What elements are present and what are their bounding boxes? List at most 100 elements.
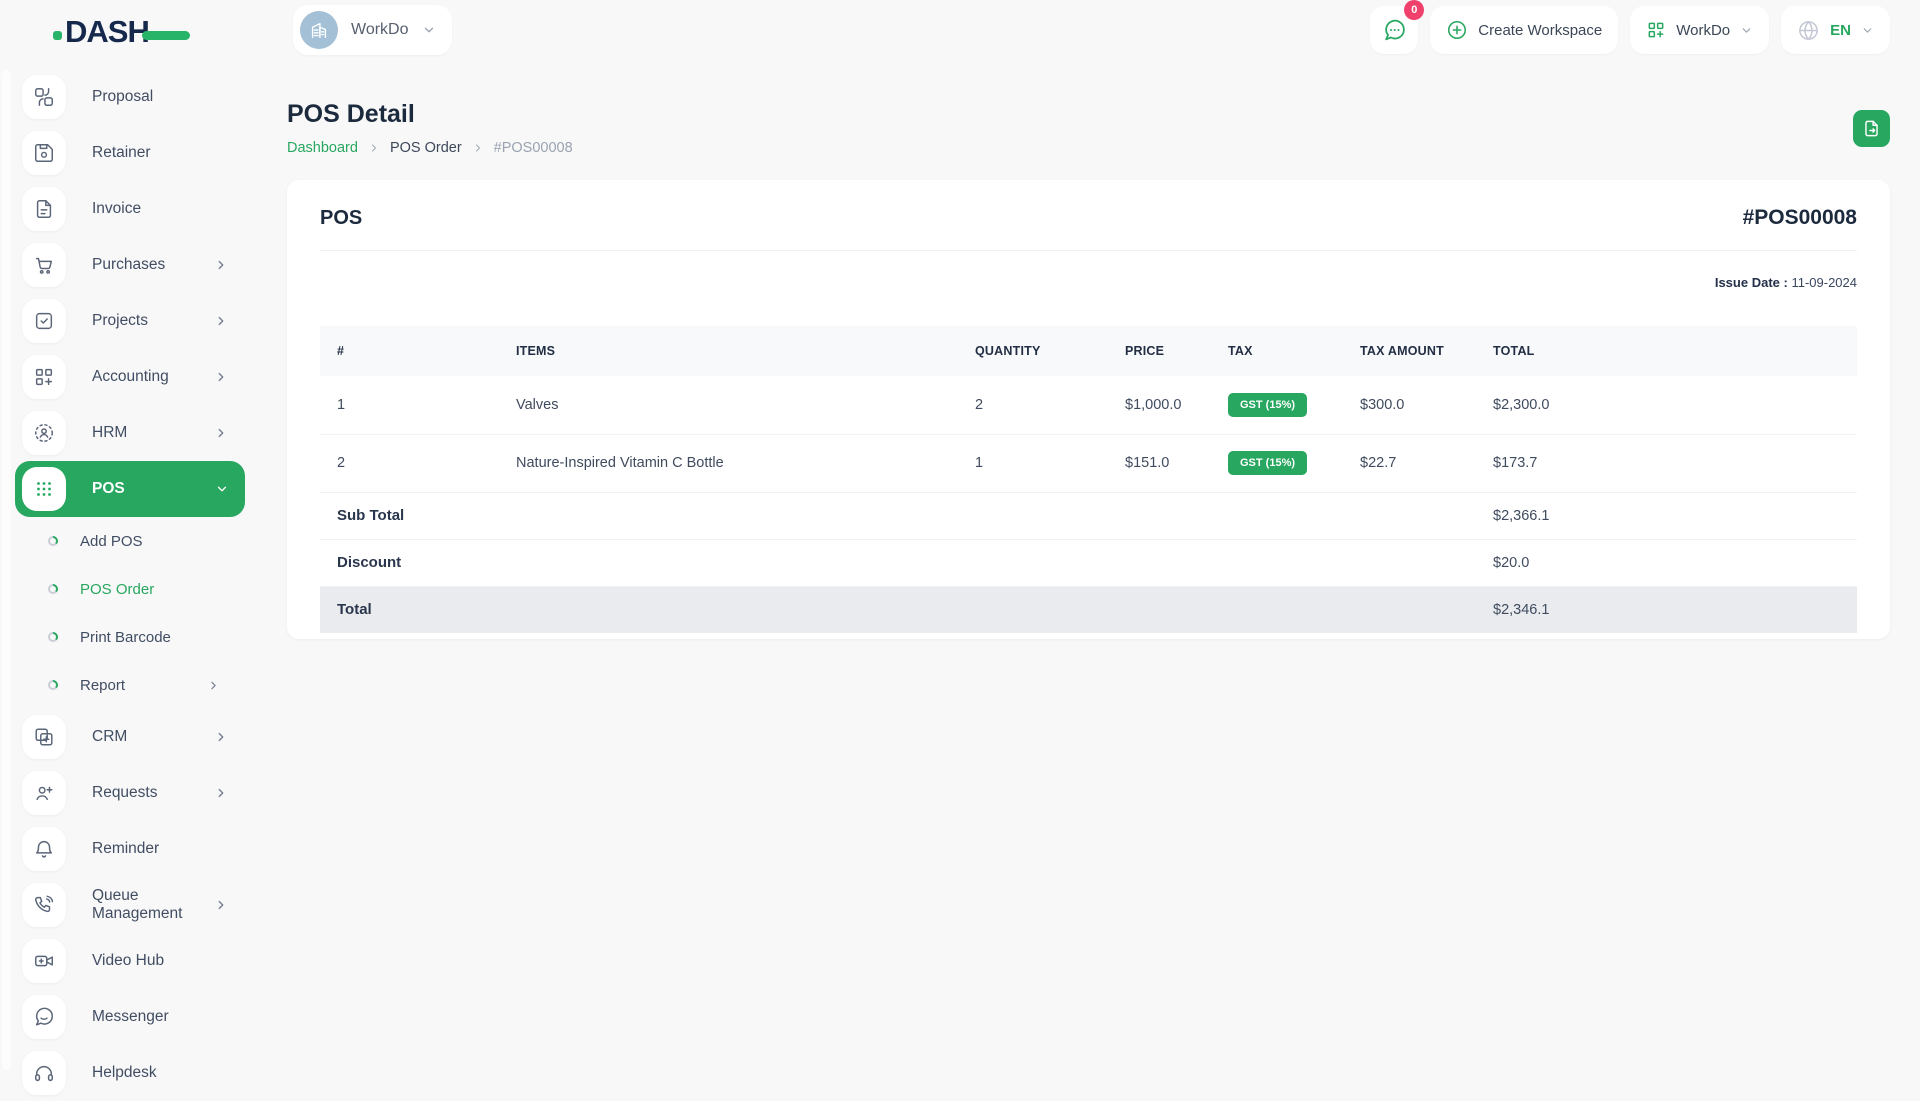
table-row: 1 Valves 2 $1,000.0 GST (15%) $300.0 $2,… <box>320 376 1857 434</box>
sidebar-item-video-hub[interactable]: Video Hub <box>15 933 250 989</box>
grid-dots-icon <box>22 467 66 511</box>
company-menu[interactable]: WorkDo <box>1630 6 1769 54</box>
sidebar-item-retainer[interactable]: Retainer <box>15 125 250 181</box>
logo-accent-bar <box>142 31 190 40</box>
copy-plus-icon <box>22 715 66 759</box>
workspace-selector[interactable]: WorkDo <box>293 5 452 55</box>
create-workspace-button[interactable]: Create Workspace <box>1430 6 1618 54</box>
sidebar-item-projects[interactable]: Projects <box>15 293 250 349</box>
app-logo[interactable]: DASH <box>65 14 225 54</box>
total-label: Total <box>320 586 1493 633</box>
building-icon <box>300 11 338 49</box>
messages-count-badge: 0 <box>1404 0 1424 20</box>
col-header-quantity: QUANTITY <box>975 326 1125 376</box>
col-header-tax-amount: TAX AMOUNT <box>1360 326 1493 376</box>
logo-accent-dot <box>53 31 62 40</box>
sidebar-item-pos[interactable]: POS <box>15 461 245 517</box>
issue-date: Issue Date : 11-09-2024 <box>320 275 1857 290</box>
cell-qty: 1 <box>975 434 1125 492</box>
message-icon <box>22 995 66 1039</box>
submenu-item-report[interactable]: Report <box>48 661 250 709</box>
sidebar-item-crm[interactable]: CRM <box>15 709 250 765</box>
sidebar-item-purchases[interactable]: Purchases <box>15 237 250 293</box>
tax-badge: GST (15%) <box>1228 393 1307 417</box>
sidebar-scrollbar[interactable] <box>2 70 11 1070</box>
sidebar-item-accounting[interactable]: Accounting <box>15 349 250 405</box>
bullet-icon <box>48 680 58 690</box>
breadcrumb-dashboard[interactable]: Dashboard <box>287 140 358 156</box>
chevron-right-icon <box>214 730 228 744</box>
chevron-right-icon <box>207 679 220 692</box>
pos-submenu: Add POS POS Order Print Barcode Report <box>15 517 250 709</box>
col-header-price: PRICE <box>1125 326 1228 376</box>
video-icon <box>22 939 66 983</box>
bullet-icon <box>48 632 58 642</box>
col-header-items: ITEMS <box>516 326 975 376</box>
chevron-down-icon <box>1861 24 1874 37</box>
submenu-item-pos-order[interactable]: POS Order <box>48 565 250 613</box>
cell-item: Nature-Inspired Vitamin C Bottle <box>516 434 975 492</box>
workspace-label: WorkDo <box>351 21 409 39</box>
chevron-right-icon <box>214 258 228 272</box>
headset-icon <box>22 1051 66 1095</box>
divider <box>320 250 1857 251</box>
pos-items-table: # ITEMS QUANTITY PRICE TAX TAX AMOUNT TO… <box>320 326 1857 633</box>
sidebar-item-requests[interactable]: Requests <box>15 765 250 821</box>
cell-tax: GST (15%) <box>1228 376 1360 434</box>
chat-dots <box>1382 18 1407 43</box>
subtotal-row: Sub Total $2,366.1 <box>320 492 1857 539</box>
sidebar-item-helpdesk[interactable]: Helpdesk <box>15 1045 250 1101</box>
col-header-no: # <box>320 326 516 376</box>
chevron-down-icon <box>215 482 229 496</box>
chevron-right-icon <box>214 426 228 440</box>
grid-plus-icon <box>1646 20 1666 40</box>
chevron-right-icon <box>472 142 484 154</box>
sidebar: Proposal Retainer Invoice Purchases <box>0 60 250 1080</box>
invoice-icon <box>22 187 66 231</box>
chevron-down-icon <box>1740 24 1753 37</box>
sidebar-item-messenger[interactable]: Messenger <box>15 989 250 1045</box>
breadcrumb: Dashboard POS Order #POS00008 <box>287 140 1890 156</box>
page-header: POS Detail Dashboard POS Order #POS00008 <box>287 100 1890 156</box>
card-header: POS #POS00008 <box>320 206 1857 230</box>
cell-item: Valves <box>516 376 975 434</box>
discount-value: $20.0 <box>1493 539 1857 586</box>
retainer-icon <box>22 131 66 175</box>
sidebar-item-proposal[interactable]: Proposal <box>15 69 250 125</box>
sidebar-item-hrm[interactable]: HRM <box>15 405 250 461</box>
discount-label: Discount <box>320 539 1493 586</box>
issue-date-value: 11-09-2024 <box>1791 275 1857 290</box>
topbar: DASH WorkDo 0 <box>0 0 1920 60</box>
cell-no: 2 <box>320 434 516 492</box>
export-button[interactable] <box>1853 110 1890 147</box>
cell-price: $151.0 <box>1125 434 1228 492</box>
cell-tax: GST (15%) <box>1228 434 1360 492</box>
proposal-icon <box>22 75 66 119</box>
table-header-row: # ITEMS QUANTITY PRICE TAX TAX AMOUNT TO… <box>320 326 1857 376</box>
sidebar-item-queue-management[interactable]: Queue Management <box>15 877 250 933</box>
create-workspace-label: Create Workspace <box>1478 22 1602 39</box>
card-title: POS <box>320 207 362 230</box>
submenu-item-print-barcode[interactable]: Print Barcode <box>48 613 250 661</box>
issue-date-label: Issue Date : <box>1715 275 1788 290</box>
user-scan-icon <box>22 411 66 455</box>
chevron-down-icon <box>422 23 436 37</box>
sidebar-item-invoice[interactable]: Invoice <box>15 181 250 237</box>
company-menu-label: WorkDo <box>1676 22 1730 39</box>
cell-total: $173.7 <box>1493 434 1857 492</box>
cell-no: 1 <box>320 376 516 434</box>
breadcrumb-pos-order[interactable]: POS Order <box>390 140 462 156</box>
file-export-icon <box>1862 119 1881 138</box>
grid-plus-icon <box>22 355 66 399</box>
pos-number: #POS00008 <box>1743 206 1857 230</box>
messages-button[interactable]: 0 <box>1370 6 1418 54</box>
col-header-tax: TAX <box>1228 326 1360 376</box>
tax-badge: GST (15%) <box>1228 451 1307 475</box>
sidebar-item-reminder[interactable]: Reminder <box>15 821 250 877</box>
pos-detail-card: POS #POS00008 Issue Date : 11-09-2024 # … <box>287 180 1890 639</box>
language-selector[interactable]: EN <box>1781 6 1890 54</box>
cell-total: $2,300.0 <box>1493 376 1857 434</box>
bullet-icon <box>48 584 58 594</box>
main-content: POS Detail Dashboard POS Order #POS00008… <box>250 60 1920 1080</box>
submenu-item-add-pos[interactable]: Add POS <box>48 517 250 565</box>
